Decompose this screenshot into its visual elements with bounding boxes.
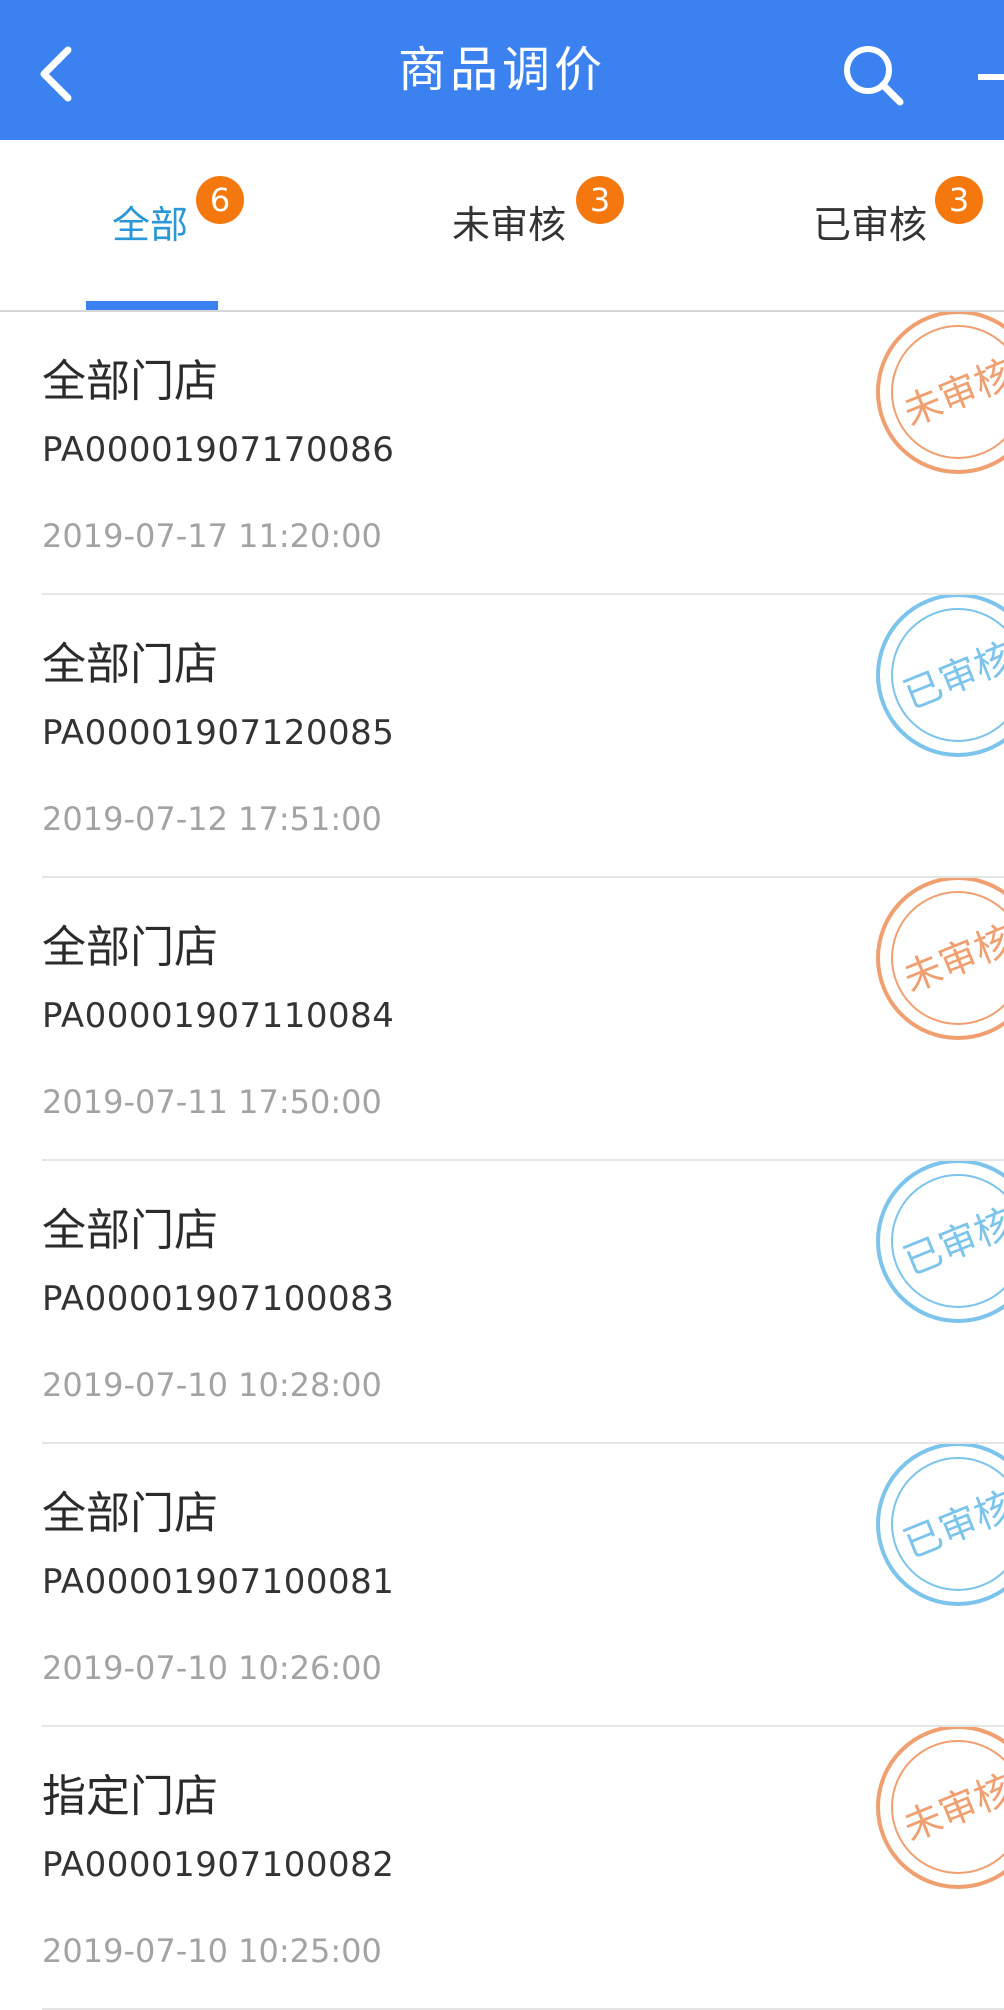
store-scope: 全部门店 xyxy=(42,356,218,407)
status-tabs: 全部 6 未审核 3 已审核 3 xyxy=(0,140,1004,312)
reviewed-stamp-icon: 已审核 xyxy=(876,595,1004,757)
stamp-text: 未审核 xyxy=(897,917,1004,1001)
list-item[interactable]: 指定门店 PA00001907100082 2019-07-10 10:25:0… xyxy=(42,1727,1004,2010)
order-time: 2019-07-10 10:26:00 xyxy=(42,1649,382,1687)
tab-reviewed[interactable]: 已审核 3 xyxy=(669,140,1004,310)
order-time: 2019-07-10 10:25:00 xyxy=(42,1932,382,1970)
stamp-text: 未审核 xyxy=(897,351,1004,435)
count-badge: 3 xyxy=(576,176,624,224)
add-icon[interactable] xyxy=(978,74,1004,80)
price-adjust-list: 全部门店 PA00001907170086 2019-07-17 11:20:0… xyxy=(0,312,1004,2010)
search-icon xyxy=(844,46,904,106)
order-time: 2019-07-17 11:20:00 xyxy=(42,517,382,555)
order-time: 2019-07-12 17:51:00 xyxy=(42,800,382,838)
stamp-text: 已审核 xyxy=(897,1200,1004,1284)
store-scope: 全部门店 xyxy=(42,639,218,690)
count-badge: 6 xyxy=(196,176,244,224)
tab-label: 已审核 xyxy=(813,203,928,247)
order-time: 2019-07-11 17:50:00 xyxy=(42,1083,382,1121)
order-time: 2019-07-10 10:28:00 xyxy=(42,1366,382,1404)
list-item[interactable]: 全部门店 PA00001907110084 2019-07-11 17:50:0… xyxy=(42,878,1004,1161)
order-number: PA00001907170086 xyxy=(42,430,395,470)
list-item[interactable]: 全部门店 PA00001907100083 2019-07-10 10:28:0… xyxy=(42,1161,1004,1444)
order-number: PA00001907100081 xyxy=(42,1562,395,1602)
tab-label: 全部 xyxy=(112,203,189,247)
order-number: PA00001907100082 xyxy=(42,1845,395,1885)
store-scope: 全部门店 xyxy=(42,1488,218,1539)
list-item[interactable]: 全部门店 PA00001907170086 2019-07-17 11:20:0… xyxy=(42,312,1004,595)
store-scope: 指定门店 xyxy=(42,1771,218,1822)
store-scope: 全部门店 xyxy=(42,1205,218,1256)
unreviewed-stamp-icon: 未审核 xyxy=(876,1727,1004,1889)
reviewed-stamp-icon: 已审核 xyxy=(876,1161,1004,1323)
count-badge: 3 xyxy=(935,176,983,224)
order-number: PA00001907120085 xyxy=(42,713,395,753)
tab-unreviewed[interactable]: 未审核 3 xyxy=(334,140,669,310)
store-scope: 全部门店 xyxy=(42,922,218,973)
list-item[interactable]: 全部门店 PA00001907100081 2019-07-10 10:26:0… xyxy=(42,1444,1004,1727)
list-item[interactable]: 全部门店 PA00001907120085 2019-07-12 17:51:0… xyxy=(42,595,1004,878)
app-header: 商品调价 xyxy=(0,0,1004,140)
search-button[interactable] xyxy=(838,40,908,110)
tab-label: 未审核 xyxy=(452,203,567,247)
active-tab-indicator xyxy=(86,301,218,310)
stamp-text: 已审核 xyxy=(897,1483,1004,1567)
order-number: PA00001907110084 xyxy=(42,996,395,1036)
reviewed-stamp-icon: 已审核 xyxy=(876,1444,1004,1606)
stamp-text: 已审核 xyxy=(897,634,1004,718)
stamp-text: 未审核 xyxy=(897,1766,1004,1850)
order-number: PA00001907100083 xyxy=(42,1279,395,1319)
unreviewed-stamp-icon: 未审核 xyxy=(876,312,1004,474)
unreviewed-stamp-icon: 未审核 xyxy=(876,878,1004,1040)
tab-all[interactable]: 全部 6 xyxy=(0,140,334,310)
